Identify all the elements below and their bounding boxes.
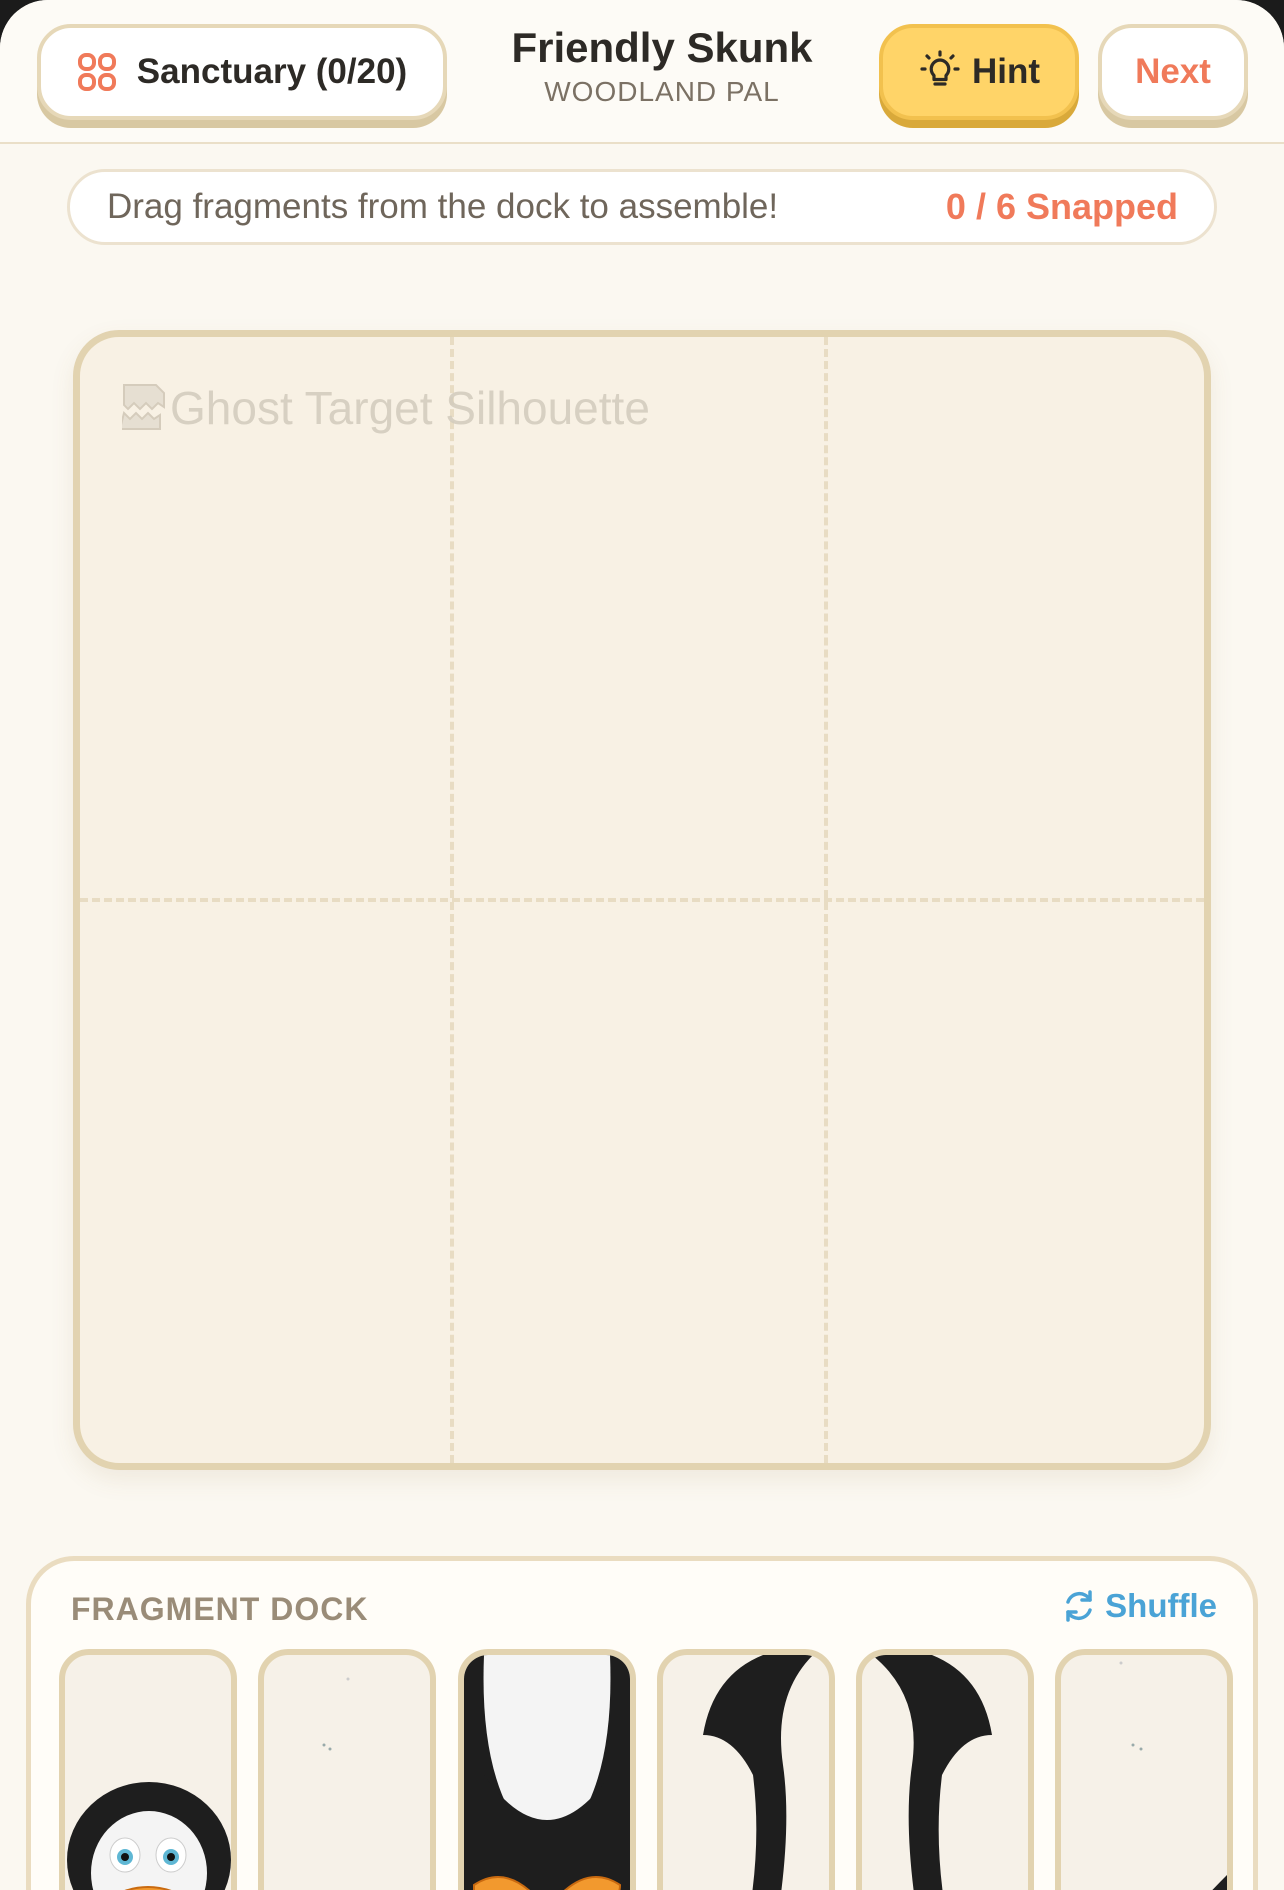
penguin-side-icon bbox=[322, 1677, 350, 1751]
fragment-penguin-side-left[interactable] bbox=[258, 1649, 436, 1890]
instruction-text: Drag fragments from the dock to assemble… bbox=[107, 187, 779, 226]
next-button[interactable]: Next bbox=[1098, 24, 1248, 120]
dock-title: FRAGMENT DOCK bbox=[71, 1591, 369, 1627]
page-title: Friendly Skunk bbox=[511, 24, 813, 71]
grid-icon bbox=[77, 53, 116, 91]
shuffle-label: Shuffle bbox=[1105, 1587, 1217, 1624]
refresh-icon bbox=[1066, 1590, 1092, 1622]
ghost-alt-text: Ghost Target Silhouette bbox=[170, 382, 650, 434]
ghost-target-silhouette: Ghost Target Silhouette bbox=[122, 381, 650, 435]
penguin-side-icon bbox=[1119, 1661, 1227, 1890]
sanctuary-label: Sanctuary (0/20) bbox=[136, 52, 408, 91]
fragment-penguin-head[interactable] bbox=[59, 1649, 237, 1890]
hint-label: Hint bbox=[971, 52, 1041, 91]
penguin-flipper-icon bbox=[703, 1655, 813, 1890]
fragment-penguin-flipper-right[interactable] bbox=[856, 1649, 1034, 1890]
snapped-counter: 0 / 6 Snapped bbox=[945, 186, 1178, 227]
grid-divider bbox=[80, 898, 1204, 902]
fragment-penguin-belly[interactable] bbox=[458, 1649, 636, 1890]
penguin-belly-icon bbox=[464, 1655, 630, 1890]
fragment-penguin-side-right[interactable] bbox=[1055, 1649, 1233, 1890]
fragment-dock: FRAGMENT DOCK Shuffle bbox=[26, 1556, 1258, 1890]
hint-button[interactable]: Hint bbox=[879, 24, 1079, 120]
sanctuary-button[interactable]: Sanctuary (0/20) bbox=[37, 24, 447, 120]
status-bar: Drag fragments from the dock to assemble… bbox=[67, 169, 1217, 245]
app-frame: Sanctuary (0/20) Friendly Skunk WOODLAND… bbox=[0, 0, 1284, 1890]
lightbulb-icon bbox=[920, 50, 960, 86]
header: Sanctuary (0/20) Friendly Skunk WOODLAND… bbox=[0, 0, 1284, 144]
page-subtitle: WOODLAND PAL bbox=[544, 76, 780, 107]
puzzle-board[interactable]: Ghost Target Silhouette bbox=[73, 330, 1211, 1470]
next-label: Next bbox=[1135, 52, 1211, 91]
title-block: Friendly Skunk WOODLAND PAL bbox=[460, 20, 864, 108]
broken-image-icon bbox=[122, 384, 165, 430]
shuffle-button[interactable]: Shuffle bbox=[1061, 1587, 1217, 1625]
penguin-head-icon bbox=[67, 1782, 231, 1890]
penguin-flipper-icon bbox=[872, 1655, 992, 1890]
fragment-penguin-flipper-left[interactable] bbox=[657, 1649, 835, 1890]
